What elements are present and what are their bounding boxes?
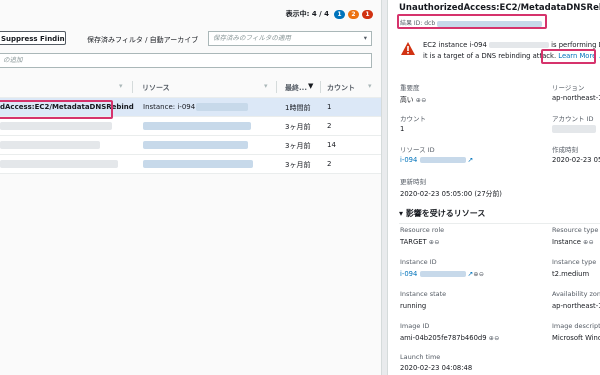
- findings-pane: 表示中: 4 / 4 1 2 1 Suppress Findings 保存済みフ…: [0, 0, 381, 375]
- saved-filter-select[interactable]: 保存済みのフィルタの適用 ▾: [208, 31, 372, 46]
- instance-state-label: Instance state: [400, 290, 447, 298]
- region-label: リージョン: [552, 84, 585, 92]
- table-header: ▾ リソース ▾ 最終... ▼ カウント ▾: [0, 77, 381, 98]
- region-value: ap-northeast-1: [552, 94, 600, 102]
- count-cell: 2: [327, 160, 332, 168]
- finding-detail-pane: UnauthorizedAccess:EC2/MetadataDNSRebind…: [388, 0, 600, 375]
- count-value: 1: [400, 125, 405, 133]
- table-row[interactable]: 3ヶ月前 2: [0, 117, 381, 136]
- column-count[interactable]: カウント: [327, 83, 355, 93]
- affected-resources-header[interactable]: ▾ 影響を受けるリソース: [399, 208, 485, 219]
- launch-time-label: Launch time: [400, 353, 441, 361]
- suppress-findings-button[interactable]: Suppress Findings: [0, 31, 66, 45]
- instance-id-value[interactable]: i-094 ↗⊕⊖: [400, 270, 484, 278]
- severity-badge-medium[interactable]: 2: [348, 9, 359, 19]
- last-seen-cell: 3ヶ月前: [285, 123, 311, 131]
- resource-id-value[interactable]: i-094 ↗: [400, 156, 473, 164]
- pane-splitter[interactable]: [381, 0, 388, 375]
- zoom-icons: ⊕⊖: [415, 97, 427, 104]
- resource-role-label: Resource role: [400, 226, 445, 234]
- image-description-value: Microsoft Wind: [552, 334, 600, 342]
- availability-zone-value: ap-northeast-1a: [552, 302, 600, 310]
- severity-value: 高い ⊕⊖: [400, 96, 427, 104]
- chevron-down-icon: ▾: [363, 34, 367, 42]
- updated-label: 更新時刻: [400, 178, 426, 186]
- saved-filter-placeholder: 保存済みのフィルタの適用: [213, 34, 291, 42]
- zoom-icons: ⊕⊖: [488, 335, 500, 342]
- sort-icon[interactable]: ▾: [368, 82, 372, 90]
- count-label: 表示中: 4 / 4: [285, 10, 329, 18]
- zoom-icons: ⊕⊖: [583, 239, 595, 246]
- sort-icon[interactable]: ▾: [119, 82, 123, 90]
- external-link-icon: ↗: [467, 156, 474, 164]
- severity-label: 重要度: [400, 84, 420, 92]
- count-cell: 1: [327, 103, 332, 111]
- findings-table: ▾ リソース ▾ 最終... ▼ カウント ▾ dAccess:EC2/Meta…: [0, 77, 381, 174]
- column-resource[interactable]: リソース: [142, 83, 170, 93]
- created-label: 作成時刻: [552, 146, 578, 154]
- sort-desc-icon[interactable]: ▼: [308, 82, 313, 90]
- add-filter-input[interactable]: の追加: [0, 53, 372, 68]
- table-row[interactable]: 3ヶ月前 14: [0, 136, 381, 155]
- highlight-finding: [0, 100, 113, 119]
- updated-value: 2020-02-23 05:05:00 (27分前): [400, 190, 502, 198]
- table-row[interactable]: 3ヶ月前 2: [0, 155, 381, 174]
- resource-type-label: Resource type: [552, 226, 599, 234]
- saved-filter-label: 保存済みフィルタ / 自動アーカイブ: [87, 36, 199, 44]
- column-last-seen[interactable]: 最終...: [285, 83, 307, 93]
- last-seen-cell: 3ヶ月前: [285, 161, 311, 169]
- image-id-value: ami-04b205fe787b460d9 ⊕⊖: [400, 334, 500, 342]
- zoom-icons: ⊕⊖: [473, 271, 485, 278]
- count-cell: 14: [327, 141, 336, 149]
- resource-type-value: Instance ⊕⊖: [552, 238, 595, 246]
- finding-title: UnauthorizedAccess:EC2/MetadataDNSRebind: [399, 3, 600, 13]
- findings-count: 表示中: 4 / 4 1 2 1: [286, 9, 373, 19]
- severity-badge-high[interactable]: 1: [362, 9, 373, 19]
- created-value: 2020-02-23 05:0: [552, 156, 600, 164]
- instance-id-label: Instance ID: [400, 258, 437, 266]
- instance-state-value: running: [400, 302, 427, 310]
- resource-cell[interactable]: Instance: i-094: [143, 103, 195, 111]
- account-id-label: アカウント ID: [552, 115, 594, 123]
- image-id-label: Image ID: [400, 322, 430, 330]
- sort-icon[interactable]: ▾: [264, 82, 268, 90]
- warning-icon: [401, 42, 415, 55]
- image-description-label: Image descripti: [552, 322, 600, 330]
- count-cell: 2: [327, 122, 332, 130]
- instance-type-label: Instance type: [552, 258, 597, 266]
- highlight-finding-id: [397, 14, 547, 29]
- instance-type-value: t2.medium: [552, 270, 590, 278]
- highlight-learn-more: [541, 49, 596, 64]
- last-seen-cell: 1時間前: [285, 104, 311, 112]
- launch-time-value: 2020-02-23 04:08:48: [400, 364, 473, 372]
- resource-id-label: リソース ID: [400, 146, 435, 154]
- resource-role-value: TARGET ⊕⊖: [400, 238, 440, 246]
- severity-badge-low[interactable]: 1: [334, 9, 345, 19]
- last-seen-cell: 3ヶ月前: [285, 142, 311, 150]
- caret-down-icon: ▾: [399, 209, 404, 218]
- availability-zone-label: Availability zon: [552, 290, 600, 298]
- count-label: カウント: [400, 115, 426, 123]
- zoom-icons: ⊕⊖: [428, 239, 440, 246]
